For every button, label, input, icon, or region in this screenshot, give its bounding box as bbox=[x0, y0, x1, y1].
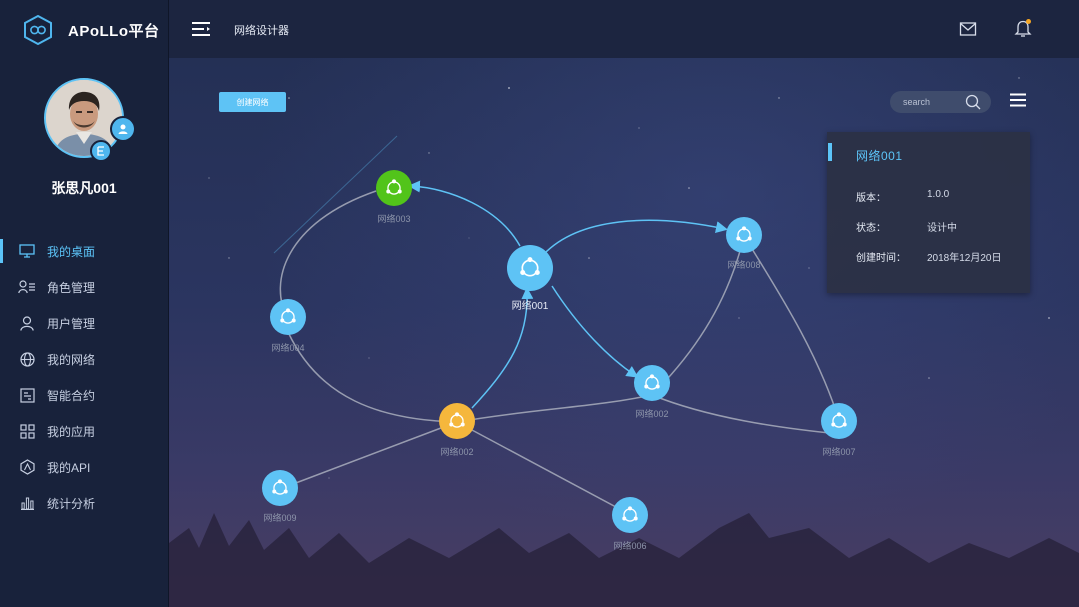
bar-chart-icon bbox=[18, 494, 36, 512]
network-node-002-hub[interactable]: 网络002 bbox=[634, 365, 670, 419]
app-name: APoLLo平台 bbox=[68, 22, 160, 40]
edge bbox=[651, 394, 840, 435]
node-label: 网络009 bbox=[263, 512, 296, 523]
role-icon bbox=[18, 278, 36, 296]
network-node-001[interactable]: 网络001 bbox=[507, 245, 553, 312]
edge bbox=[456, 394, 653, 423]
sidebar-item-contracts[interactable]: 智能合约 bbox=[0, 377, 168, 413]
sidebar-item-label: 智能合约 bbox=[47, 388, 96, 403]
sidebar-item-label: 角色管理 bbox=[47, 280, 96, 295]
node-label: 网络006 bbox=[613, 540, 646, 551]
sidebar-item-roles[interactable]: 角色管理 bbox=[0, 269, 168, 305]
sidebar-item-statistics[interactable]: 统计分析 bbox=[0, 485, 168, 521]
sidebar-item-label: 我的应用 bbox=[47, 424, 96, 439]
node-label: 网络008 bbox=[727, 259, 760, 270]
sidebar-item-desktop[interactable]: 我的桌面 bbox=[0, 233, 168, 269]
monitor-icon bbox=[18, 242, 36, 260]
arrow-edge bbox=[551, 285, 639, 378]
page-title: 网络设计器 bbox=[234, 25, 289, 37]
sidebar-item-label: 我的桌面 bbox=[47, 244, 96, 259]
edge bbox=[287, 331, 458, 423]
sidebar-menu: 我的桌面 角色管理 用户管理 我的网络 智能合约 我的应用 我的API 统计分析 bbox=[0, 233, 168, 521]
bell-icon[interactable] bbox=[1014, 18, 1032, 38]
network-node-006[interactable]: 网络006 bbox=[612, 497, 648, 551]
brand[interactable]: APoLLo平台 bbox=[24, 14, 160, 46]
user-icon bbox=[18, 314, 36, 332]
network-node-008[interactable]: 网络008 bbox=[726, 217, 762, 270]
sidebar-item-networks[interactable]: 我的网络 bbox=[0, 341, 168, 377]
sidebar-item-label: 我的网络 bbox=[47, 352, 96, 367]
sidebar-item-users[interactable]: 用户管理 bbox=[0, 305, 168, 341]
node-label: 网络002 bbox=[440, 446, 473, 457]
network-node-003[interactable]: 网络003 bbox=[376, 170, 412, 224]
node-label: 网络007 bbox=[822, 446, 855, 457]
user-badge-icon[interactable] bbox=[110, 116, 136, 142]
edge bbox=[456, 421, 630, 515]
username: 张思凡001 bbox=[51, 180, 117, 196]
avatar-portrait-icon bbox=[46, 80, 122, 156]
sidebar: APoLLo平台 张思凡001 我的桌面 角色管理 用户管理 我的网络 智能合约… bbox=[0, 0, 169, 607]
api-icon bbox=[18, 458, 36, 476]
sidebar-item-label: 我的API bbox=[47, 460, 91, 475]
menu-toggle-icon[interactable] bbox=[191, 20, 211, 38]
edge bbox=[279, 427, 442, 490]
node-label: 网络003 bbox=[377, 213, 410, 224]
edge bbox=[279, 190, 377, 318]
graph-arrow-edges bbox=[408, 180, 728, 409]
sidebar-item-apps[interactable]: 我的应用 bbox=[0, 413, 168, 449]
network-designer-canvas[interactable]: 创建网络 网络001 版本： 1.0.0 状态： 设计中 创建时间： 2018年… bbox=[169, 58, 1079, 607]
network-node-004[interactable]: 网络004 bbox=[270, 299, 306, 353]
network-node-007[interactable]: 网络007 bbox=[821, 403, 857, 457]
sidebar-item-api[interactable]: 我的API bbox=[0, 449, 168, 485]
mail-icon[interactable] bbox=[959, 21, 977, 37]
avatar[interactable] bbox=[44, 78, 124, 158]
node-label: 网络001 bbox=[512, 299, 549, 312]
network-node-009[interactable]: 网络009 bbox=[262, 470, 298, 523]
network-node-002-orange[interactable]: 网络002 bbox=[439, 403, 475, 457]
apps-grid-icon bbox=[18, 422, 36, 440]
sidebar-item-label: 用户管理 bbox=[47, 316, 96, 331]
network-graph: 网络001 网络003 网络008 网络004 网络002 网络002 网络00… bbox=[262, 170, 857, 551]
arrow-edge bbox=[543, 219, 728, 255]
top-header: 网络设计器 bbox=[169, 0, 1079, 58]
sidebar-item-label: 统计分析 bbox=[47, 496, 96, 511]
node-label: 网络002 bbox=[635, 408, 668, 419]
edit-profile-icon[interactable] bbox=[90, 140, 112, 162]
contract-icon bbox=[18, 386, 36, 404]
avatar-wrap bbox=[44, 78, 136, 162]
arrow-edge bbox=[408, 180, 521, 247]
node-label: 网络004 bbox=[271, 342, 304, 353]
globe-icon bbox=[18, 350, 36, 368]
apollo-logo-icon bbox=[24, 15, 52, 45]
